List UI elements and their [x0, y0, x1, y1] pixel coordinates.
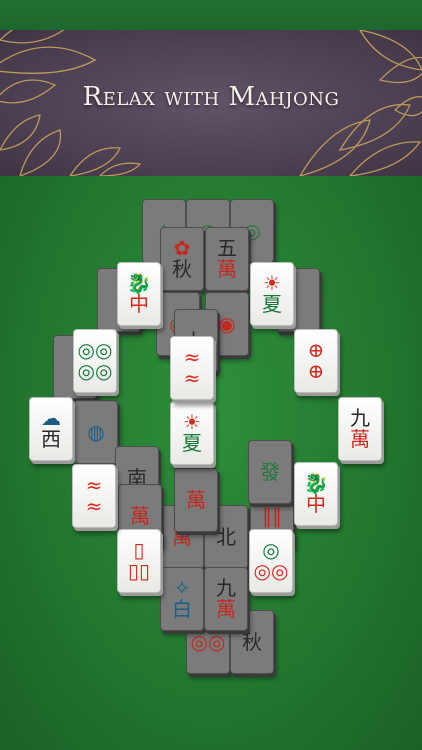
- tile-wind-west[interactable]: ☁ 西: [29, 397, 73, 461]
- tile[interactable]: 發: [248, 440, 292, 504]
- tile[interactable]: ✧ 白: [160, 567, 204, 631]
- top-felt-strip: [0, 0, 422, 30]
- tile-dragon[interactable]: 🐉 中: [117, 262, 161, 326]
- tile-season[interactable]: ☀ 夏: [170, 401, 214, 465]
- tile[interactable]: 萬: [174, 468, 218, 532]
- tile[interactable]: ✿ 秋: [160, 227, 204, 291]
- tile-char-nine[interactable]: 九萬: [338, 397, 382, 461]
- tile-circles[interactable]: ⊕ ⊕: [294, 329, 338, 393]
- title-banner: Relax with Mahjong: [0, 30, 422, 176]
- tile[interactable]: ◍: [74, 400, 118, 464]
- tile-bamboo[interactable]: ▯ ▯▯: [117, 529, 161, 593]
- tile-circles[interactable]: ◎ ◎◎: [249, 529, 293, 593]
- tile[interactable]: 九萬: [204, 567, 248, 631]
- tile-circles[interactable]: ◎◎ ◎◎: [73, 329, 117, 393]
- tile-koi[interactable]: ≈ ≈: [72, 464, 116, 528]
- tile-dragon[interactable]: 🐉 中: [294, 462, 338, 526]
- tile-koi[interactable]: ≈ ≈: [170, 336, 214, 400]
- banner-title: Relax with Mahjong: [82, 82, 340, 112]
- tile[interactable]: 五萬: [205, 227, 249, 291]
- tile-season[interactable]: ☀ 夏: [250, 262, 294, 326]
